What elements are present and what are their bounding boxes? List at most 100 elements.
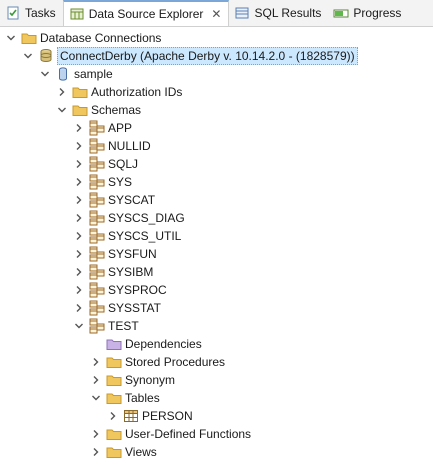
tree-item[interactable]: SYSFUN <box>73 245 157 263</box>
tree-item-label: PERSON <box>142 409 193 423</box>
chevron-down-icon[interactable] <box>90 392 102 404</box>
schema-icon <box>89 282 105 298</box>
schema-icon <box>89 156 105 172</box>
purple-folder-icon <box>106 336 122 352</box>
tab-tasks[interactable]: Tasks <box>0 0 63 25</box>
close-icon[interactable]: ✕ <box>211 7 221 21</box>
schema-icon <box>89 264 105 280</box>
tree-item-label: Schemas <box>91 103 142 117</box>
database-small-icon <box>55 66 71 82</box>
tab-progress[interactable]: Progress <box>328 0 408 25</box>
chevron-right-icon[interactable] <box>73 176 85 188</box>
chevron-down-icon[interactable] <box>5 32 17 44</box>
tree-item[interactable]: ConnectDerby (Apache Derby v. 10.14.2.0 … <box>22 47 358 65</box>
chevron-right-icon[interactable] <box>56 86 68 98</box>
schema-icon <box>89 174 105 190</box>
tree-item-label: Views <box>125 445 157 459</box>
tree-item[interactable]: Stored Procedures <box>90 353 225 371</box>
folder-icon <box>72 102 88 118</box>
chevron-right-icon[interactable] <box>73 194 85 206</box>
tree-item[interactable]: SYSIBM <box>73 263 153 281</box>
data-source-explorer-icon <box>69 6 85 22</box>
folder-icon <box>106 426 122 442</box>
tree-item[interactable]: SYSCAT <box>73 191 155 209</box>
tree-item-label: ConnectDerby (Apache Derby v. 10.14.2.0 … <box>57 47 358 65</box>
tree-item-label: NULLID <box>108 139 151 153</box>
chevron-right-icon[interactable] <box>73 158 85 170</box>
folder-icon <box>106 354 122 370</box>
tree-item[interactable]: TEST <box>73 317 139 335</box>
chevron-right-icon[interactable] <box>73 122 85 134</box>
tree-item-label: Authorization IDs <box>91 85 183 99</box>
tree-item[interactable]: SYSCS_UTIL <box>73 227 181 245</box>
tree-item[interactable]: Schemas <box>56 101 141 119</box>
tree-item[interactable]: Views <box>90 443 157 461</box>
chevron-right-icon[interactable] <box>90 356 102 368</box>
chevron-right-icon[interactable] <box>73 266 85 278</box>
tree-item[interactable]: sample <box>39 65 113 83</box>
sql-results-icon <box>234 5 250 21</box>
tree-item[interactable]: SYSPROC <box>73 281 167 299</box>
schema-icon <box>89 246 105 262</box>
tree-item[interactable]: User-Defined Functions <box>90 425 251 443</box>
folder-icon <box>72 84 88 100</box>
folder-icon <box>106 390 122 406</box>
tree-item-label: SYSCS_DIAG <box>108 211 185 225</box>
table-icon <box>123 408 139 424</box>
tree-item-label: SYSSTAT <box>108 301 161 315</box>
chevron-down-icon[interactable] <box>22 50 34 62</box>
tab-label: SQL Results <box>254 5 322 20</box>
tree-item-label: User-Defined Functions <box>125 427 252 441</box>
tree-item-label: APP <box>108 121 133 135</box>
tree-item-label: Tables <box>125 391 160 405</box>
tab-data-source-explorer[interactable]: Data Source Explorer ✕ <box>62 0 230 26</box>
tree-item[interactable]: SYSSTAT <box>73 299 161 317</box>
tree-item[interactable]: Tables <box>90 389 160 407</box>
chevron-right-icon[interactable] <box>73 230 85 242</box>
tree-item[interactable]: SYSCS_DIAG <box>73 209 185 227</box>
tree-item[interactable]: SQLJ <box>73 155 138 173</box>
schema-icon <box>89 318 105 334</box>
tab-label: Data Source Explorer <box>88 7 204 21</box>
tree-item[interactable]: Dependencies <box>90 335 202 353</box>
chevron-right-icon[interactable] <box>73 302 85 314</box>
tree-item[interactable]: Synonym <box>90 371 175 389</box>
tree-item-label: SYSCAT <box>108 193 156 207</box>
schema-icon <box>89 210 105 226</box>
tree-item-label: SYSPROC <box>108 283 167 297</box>
tab-label: Tasks <box>25 5 56 20</box>
chevron-right-icon[interactable] <box>90 446 102 458</box>
folder-icon <box>106 444 122 460</box>
chevron-right-icon[interactable] <box>73 140 85 152</box>
tree-item[interactable]: PERSON <box>107 407 193 425</box>
tree-item[interactable]: Authorization IDs <box>56 83 182 101</box>
tab-label: Progress <box>353 5 402 20</box>
database-icon <box>38 48 54 64</box>
folder-icon <box>21 30 37 46</box>
chevron-right-icon[interactable] <box>73 248 85 260</box>
tree-item-label: Database Connections <box>40 31 162 45</box>
schema-icon <box>89 192 105 208</box>
chevron-right-icon[interactable] <box>107 410 119 422</box>
tree-item-label: SYS <box>108 175 133 189</box>
chevron-down-icon[interactable] <box>56 104 68 116</box>
chevron-down-icon[interactable] <box>39 68 51 80</box>
tree-item-label: Stored Procedures <box>125 355 226 369</box>
chevron-right-icon[interactable] <box>90 374 102 386</box>
tree-item-label: SYSFUN <box>108 247 157 261</box>
tree-item[interactable]: SYS <box>73 173 132 191</box>
chevron-down-icon[interactable] <box>73 320 85 332</box>
tree-item-label: TEST <box>108 319 139 333</box>
tree-item[interactable]: NULLID <box>73 137 151 155</box>
chevron-right-icon[interactable] <box>73 284 85 296</box>
tab-sql-results[interactable]: SQL Results <box>229 0 328 25</box>
tree-item-label: sample <box>74 67 113 81</box>
chevron-right-icon[interactable] <box>73 212 85 224</box>
progress-icon <box>333 5 349 21</box>
chevron-right-icon[interactable] <box>90 428 102 440</box>
tree-item-label: SYSIBM <box>108 265 154 279</box>
tree-item[interactable]: Database Connections <box>5 29 161 47</box>
view-tab-bar: Tasks Data Source Explorer ✕ SQL Results <box>0 0 433 27</box>
tree-item[interactable]: APP <box>73 119 132 137</box>
